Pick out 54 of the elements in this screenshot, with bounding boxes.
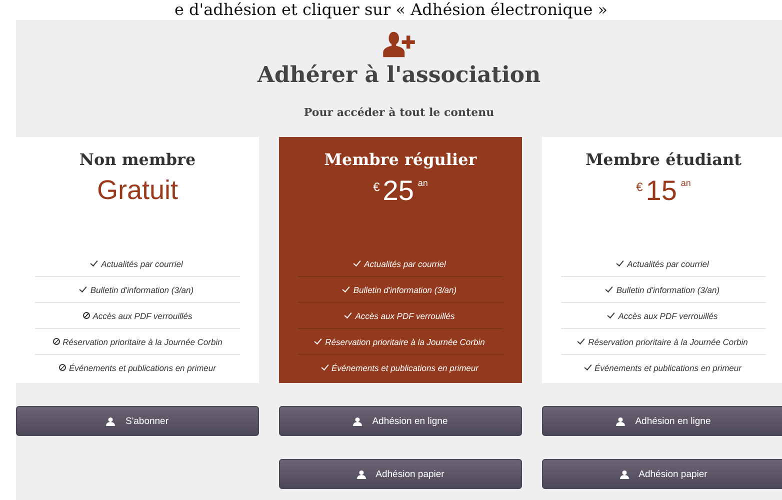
currency-symbol: € bbox=[373, 180, 380, 194]
section-subtitle: Pour accéder à tout le contenu bbox=[304, 106, 494, 119]
user-icon bbox=[353, 416, 362, 426]
intro-text: e d'adhésion et cliquer sur « Adhésion électronique » bbox=[174, 0, 608, 20]
add-user-icon bbox=[383, 30, 415, 58]
membership-button[interactable]: S'abonner bbox=[16, 406, 259, 436]
membership-button[interactable]: Adhésion papier bbox=[279, 459, 522, 489]
check-icon bbox=[607, 310, 616, 318]
price-amount: 25 bbox=[382, 175, 414, 207]
price-amount: 15 bbox=[646, 175, 677, 207]
feature-item: Bulletin d'information (3/an) bbox=[561, 277, 766, 303]
unavailable-icon bbox=[59, 364, 66, 371]
membership-button[interactable]: Adhésion papier bbox=[542, 459, 782, 489]
check-icon bbox=[80, 284, 88, 292]
feature-item: Réservation prioritaire à la Journée Corbin bbox=[298, 329, 503, 355]
user-icon bbox=[106, 416, 116, 426]
check-icon bbox=[577, 336, 585, 344]
plan-price: Gratuit bbox=[96, 175, 178, 207]
user-icon bbox=[620, 470, 629, 478]
plan-name: Membre régulier bbox=[324, 150, 477, 169]
check-icon bbox=[353, 258, 361, 266]
membership-button[interactable]: Adhésion en ligne bbox=[542, 406, 782, 436]
feature-item: Bulletin d'information (3/an) bbox=[35, 277, 240, 303]
unavailable-icon bbox=[52, 338, 60, 345]
currency-symbol: € bbox=[636, 180, 643, 194]
feature-item: Bulletin d'information (3/an) bbox=[298, 277, 503, 303]
feature-item: Actualités par courriel bbox=[298, 251, 503, 277]
check-icon bbox=[344, 310, 352, 318]
feature-item: Actualités par courriel bbox=[561, 251, 766, 277]
feature-item: Accès aux PDF verrouillés bbox=[561, 303, 766, 329]
feature-item: Actualités par courriel bbox=[35, 251, 240, 277]
price-period: an bbox=[680, 178, 691, 188]
feature-item: Réservation prioritaire à la Journée Corbin bbox=[35, 329, 240, 355]
check-icon bbox=[314, 336, 322, 344]
feature-item: Événements et publications en primeur bbox=[35, 355, 240, 380]
check-icon bbox=[320, 362, 328, 370]
check-icon bbox=[616, 258, 624, 266]
plan-name: Non membre bbox=[79, 150, 196, 169]
check-icon bbox=[606, 284, 614, 292]
section-title: Adhérer à l'association bbox=[257, 62, 541, 88]
check-icon bbox=[342, 284, 350, 292]
user-icon bbox=[616, 416, 626, 426]
plan-name: Membre étudiant bbox=[585, 150, 742, 169]
feature-item: Réservation prioritaire à la Journée Corbin bbox=[561, 329, 766, 355]
check-icon bbox=[584, 362, 592, 370]
feature-item: Événements et publications en primeur bbox=[298, 355, 503, 380]
unavailable-icon bbox=[82, 312, 90, 319]
user-icon bbox=[356, 470, 366, 478]
membership-button[interactable]: Adhésion en ligne bbox=[279, 406, 522, 436]
feature-item: Accès aux PDF verrouillés bbox=[35, 303, 240, 329]
price-period: an bbox=[418, 178, 428, 188]
check-icon bbox=[90, 258, 98, 266]
feature-item: Événements et publications en primeur bbox=[561, 355, 766, 380]
feature-item: Accès aux PDF verrouillés bbox=[298, 303, 503, 329]
